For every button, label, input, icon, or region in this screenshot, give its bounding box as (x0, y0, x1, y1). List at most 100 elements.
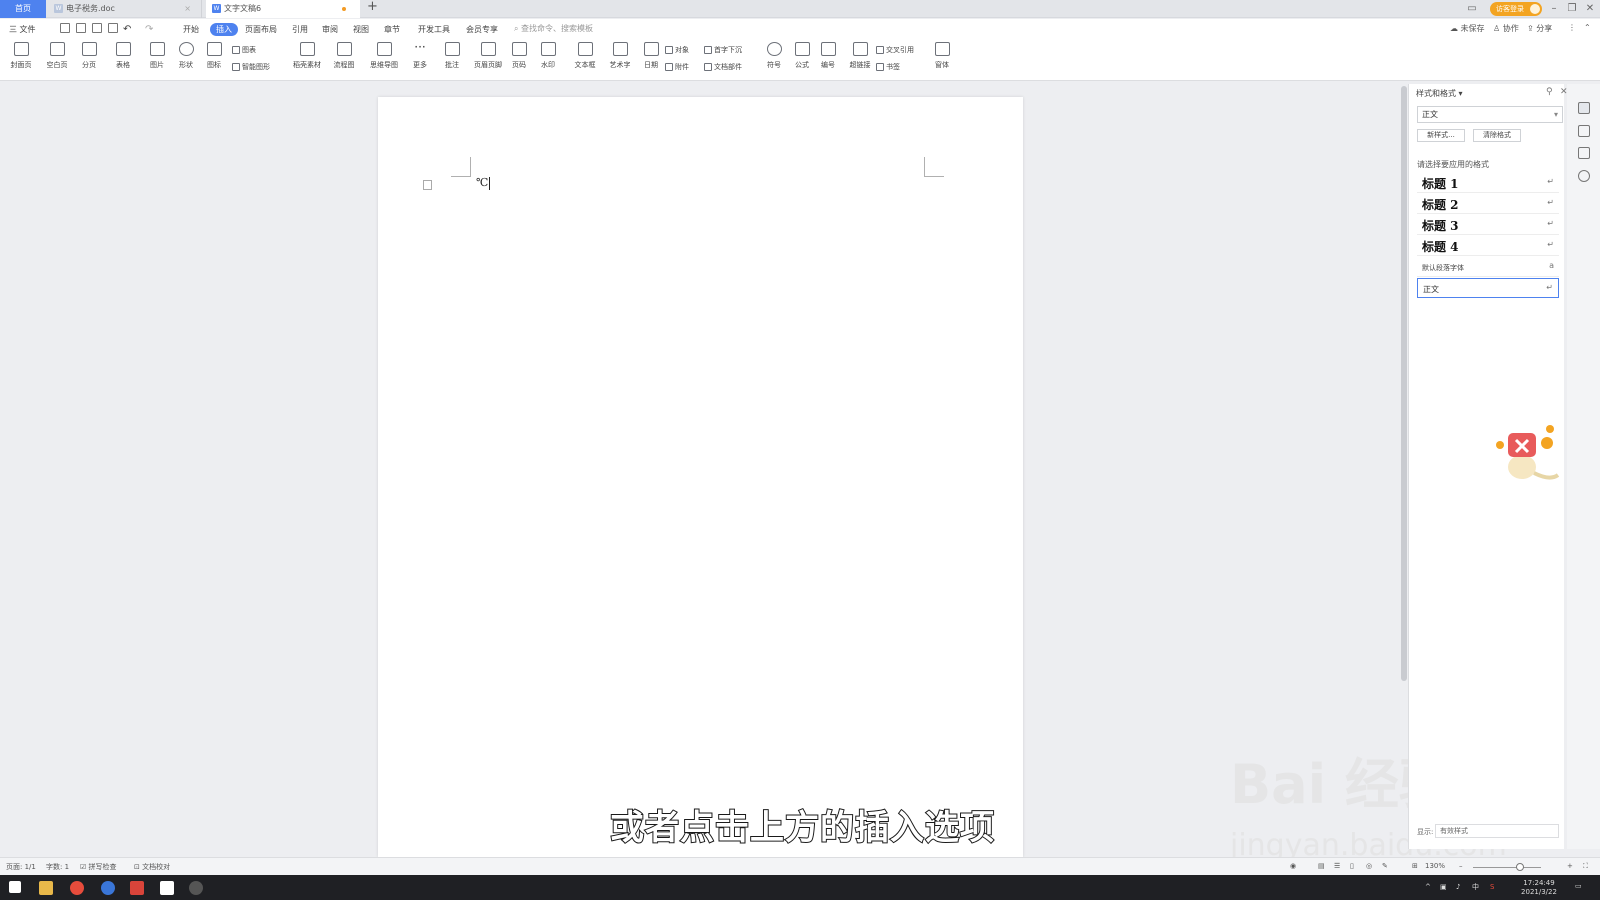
paragraph-icon[interactable] (423, 180, 432, 190)
app-icon[interactable] (160, 881, 174, 895)
maximize-button[interactable]: ❐ (1563, 0, 1581, 18)
fit-zoom-icon[interactable]: ⊞ (1412, 862, 1418, 870)
collapse-ribbon-icon[interactable]: ⌃ (1584, 23, 1591, 32)
tab-document-2[interactable]: W 文字文稿6 (206, 0, 360, 18)
close-icon[interactable]: × (184, 0, 191, 18)
share-button[interactable]: ⇪ 分享 (1527, 23, 1552, 34)
style-brush-icon[interactable] (1578, 102, 1590, 114)
comment-button[interactable]: 批注 (435, 42, 469, 70)
zoom-out-button[interactable]: – (1459, 862, 1463, 870)
form-button[interactable]: 窗体 (925, 42, 959, 70)
more-icon[interactable]: ⋮ (1568, 23, 1576, 32)
login-button[interactable]: 访客登录 (1490, 2, 1542, 16)
smart-graphic-button[interactable]: 智能图形 (232, 62, 270, 72)
unsaved-status[interactable]: ☁ 未保存 (1450, 23, 1485, 34)
page-count[interactable]: 页面: 1/1 (6, 862, 36, 872)
tab-document-1[interactable]: W 电子税务.doc × (46, 0, 202, 18)
numbering-button[interactable]: 编号 (811, 42, 845, 70)
style-heading-3[interactable]: 标题 3 ↵ (1417, 215, 1559, 235)
more-button[interactable]: ··· 更多 (403, 41, 437, 70)
menu-view[interactable]: 视图 (353, 23, 369, 36)
zoom-level[interactable]: 130% (1425, 862, 1445, 870)
notification-icon[interactable]: ▭ (1575, 882, 1582, 891)
command-search[interactable]: ⌕ 查找命令、搜索模板 (514, 23, 593, 34)
menu-member[interactable]: 会员专享 (466, 23, 498, 36)
zoom-in-button[interactable]: + (1567, 862, 1573, 870)
file-menu[interactable]: 三 文件 (9, 23, 36, 36)
print-icon[interactable] (92, 23, 102, 33)
table-button[interactable]: 表格 (106, 42, 140, 70)
style-default-font[interactable]: 默认段落字体 a (1417, 257, 1559, 277)
doc-part-button[interactable]: 文档部件 (704, 62, 742, 72)
menu-layout[interactable]: 页面布局 (245, 23, 277, 36)
icon-library-button[interactable]: 图标 (197, 42, 231, 70)
outline-view-icon[interactable]: ☰ (1334, 862, 1340, 870)
show-filter-select[interactable]: 有效样式 (1435, 824, 1559, 838)
page-break-button[interactable]: 分页 (72, 42, 106, 70)
style-body[interactable]: 正文 ↵ (1417, 278, 1559, 298)
menu-developer[interactable]: 开发工具 (418, 23, 450, 36)
window-icon[interactable]: ▭ (1463, 0, 1481, 18)
ime-icon[interactable]: 中 (1472, 883, 1479, 892)
select-cursor-icon[interactable] (1578, 125, 1590, 137)
adjust-icon[interactable] (1578, 147, 1590, 159)
style-heading-1[interactable]: 标题 1 ↵ (1417, 173, 1559, 193)
chrome-icon[interactable] (70, 881, 84, 895)
word-count[interactable]: 字数: 1 (46, 862, 69, 872)
clear-format-button[interactable]: 清除格式 (1473, 129, 1521, 142)
save-icon[interactable] (60, 23, 70, 33)
blank-page-button[interactable]: 空白页 (40, 42, 74, 70)
chart-button[interactable]: 图表 (232, 45, 256, 55)
collab-button[interactable]: ♙ 协作 (1493, 23, 1519, 34)
help-icon[interactable] (1578, 170, 1590, 182)
dropcap-button[interactable]: 首字下沉 (704, 45, 742, 55)
header-footer-button[interactable]: 页眉页脚 (471, 42, 505, 70)
new-tab-button[interactable]: + (367, 0, 378, 14)
wps-icon[interactable] (130, 881, 144, 895)
mindmap-button[interactable]: 思维导图 (367, 42, 401, 70)
document-page[interactable]: ℃ (378, 97, 1023, 857)
wps-tray-icon[interactable]: S (1490, 883, 1494, 892)
file-explorer-icon[interactable] (39, 881, 53, 895)
volume-icon[interactable]: ♪ (1456, 883, 1460, 892)
document-text[interactable]: ℃ (476, 176, 491, 190)
mascot-icon[interactable] (1490, 425, 1565, 485)
doc-proofread[interactable]: ⊡ 文档校对 (134, 862, 170, 872)
zoom-slider-track[interactable] (1473, 867, 1541, 868)
tab-home[interactable]: 首页 (0, 0, 46, 18)
eye-icon[interactable]: ◉ (1290, 862, 1296, 870)
cover-page-button[interactable]: 封面页 (4, 42, 38, 70)
menu-chapter[interactable]: 章节 (384, 23, 400, 36)
print-preview-icon[interactable] (108, 23, 118, 33)
pane-title[interactable]: 样式和格式 ▾ (1416, 88, 1463, 99)
object-button[interactable]: 对象 (665, 45, 689, 55)
menu-references[interactable]: 引用 (292, 23, 308, 36)
menu-review[interactable]: 审阅 (322, 23, 338, 36)
obs-icon[interactable] (189, 881, 203, 895)
flowchart-button[interactable]: 流程图 (327, 42, 361, 70)
minimize-button[interactable]: – (1545, 0, 1563, 18)
spell-check[interactable]: ☑ 拼写检查 (80, 862, 117, 872)
vertical-scrollbar[interactable] (1401, 86, 1407, 681)
close-window-button[interactable]: ✕ (1581, 0, 1599, 18)
watermark-button[interactable]: 水印 (531, 42, 565, 70)
export-icon[interactable] (76, 23, 86, 33)
new-style-button[interactable]: 新样式... (1417, 129, 1465, 142)
menu-insert[interactable]: 插入 (210, 23, 238, 36)
attachment-button[interactable]: 附件 (665, 62, 689, 72)
style-heading-2[interactable]: 标题 2 ↵ (1417, 194, 1559, 214)
date-button[interactable]: 日期 (634, 42, 668, 70)
hyperlink-button[interactable]: 超链接 (843, 42, 877, 70)
read-view-icon[interactable]: ▯ (1350, 862, 1354, 870)
clock[interactable]: 17:24:49 2021/3/22 (1515, 879, 1563, 897)
windows-start-icon[interactable] (9, 881, 21, 893)
network-icon[interactable]: ▣ (1440, 883, 1447, 892)
textbox-button[interactable]: 文本框 (568, 42, 602, 70)
current-style-select[interactable]: 正文 (1417, 106, 1563, 123)
page-view-icon[interactable]: ▤ (1318, 862, 1325, 870)
docer-material-button[interactable]: 稻壳素材 (290, 42, 324, 70)
pen-icon[interactable]: ✎ (1382, 862, 1388, 870)
web-view-icon[interactable]: ◎ (1366, 862, 1372, 870)
style-heading-4[interactable]: 标题 4 ↵ (1417, 236, 1559, 256)
menu-start[interactable]: 开始 (183, 23, 199, 36)
